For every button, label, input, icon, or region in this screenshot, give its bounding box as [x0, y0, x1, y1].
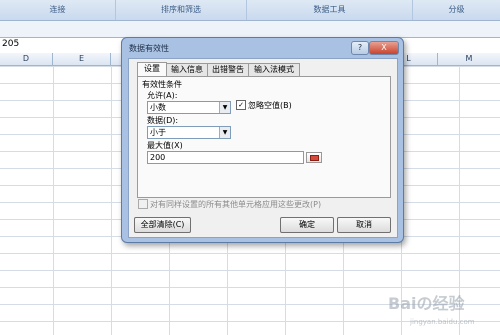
chevron-down-icon[interactable]: ▼ — [219, 102, 230, 113]
maximum-label: 最大值(X) — [147, 141, 183, 150]
collapse-dialog-button[interactable] — [306, 152, 322, 163]
ribbon-group-outline[interactable]: 分级 — [413, 0, 500, 20]
tab-ime-mode[interactable]: 输入法模式 — [248, 63, 300, 76]
ribbon-group-connections[interactable]: 连接 — [0, 0, 116, 20]
column-header-e[interactable]: E — [53, 53, 111, 65]
ribbon-bottom-area — [0, 21, 500, 37]
ribbon-group-sort-filter[interactable]: 排序和筛选 — [116, 0, 247, 20]
tab-error-alert[interactable]: 出错警告 — [207, 63, 249, 76]
ribbon-group-data-tools[interactable]: 数据工具 — [247, 0, 413, 20]
dialog-title: 数据有效性 — [129, 44, 169, 53]
ignore-blank-label: 忽略空值(B) — [248, 101, 292, 110]
data-label: 数据(D): — [147, 116, 179, 125]
ignore-blank-checkbox[interactable]: ✓ — [236, 100, 246, 110]
ok-button[interactable]: 确定 — [280, 217, 334, 233]
data-value: 小于 — [150, 128, 166, 137]
formula-bar-value: 205 — [2, 39, 20, 49]
tab-input-message[interactable]: 输入信息 — [166, 63, 208, 76]
watermark-url: jingyan.baidu.com — [410, 318, 475, 326]
clear-all-button[interactable]: 全部清除(C) — [134, 217, 191, 233]
cancel-button[interactable]: 取消 — [337, 217, 391, 233]
ribbon-group-labels: 连接 排序和筛选 数据工具 分级 — [0, 0, 500, 21]
tab-settings[interactable]: 设置 — [137, 62, 167, 77]
settings-panel: 有效性条件 允许(A): 小数 ▼ ✓ 忽略空值(B) 数据(D): 小于 ▼ … — [137, 76, 391, 198]
allow-label: 允许(A): — [147, 91, 178, 100]
allow-value: 小数 — [150, 103, 166, 112]
range-select-icon — [310, 155, 319, 161]
column-header-d[interactable]: D — [0, 53, 53, 65]
help-button[interactable]: ? — [351, 41, 369, 55]
column-header-m[interactable]: M — [438, 53, 500, 65]
data-validation-dialog: 数据有效性 ? X 设置 输入信息 出错警告 输入法模式 有效性条件 允许(A)… — [121, 37, 404, 243]
data-dropdown[interactable]: 小于 ▼ — [147, 126, 231, 139]
dialog-titlebar[interactable]: 数据有效性 ? X — [122, 38, 403, 58]
close-button[interactable]: X — [369, 41, 399, 55]
watermark-logo: Baiの经验 — [388, 294, 465, 313]
allow-dropdown[interactable]: 小数 ▼ — [147, 101, 231, 114]
maximum-input[interactable]: 200 — [147, 151, 304, 164]
apply-to-all-label: 对有同样设置的所有其他单元格应用这些更改(P) — [150, 200, 322, 209]
maximum-value: 200 — [150, 153, 166, 162]
chevron-down-icon[interactable]: ▼ — [219, 127, 230, 138]
validation-criteria-heading: 有效性条件 — [142, 80, 182, 89]
apply-to-all-checkbox[interactable] — [138, 199, 148, 209]
dialog-body: 设置 输入信息 出错警告 输入法模式 有效性条件 允许(A): 小数 ▼ ✓ 忽… — [128, 58, 398, 238]
